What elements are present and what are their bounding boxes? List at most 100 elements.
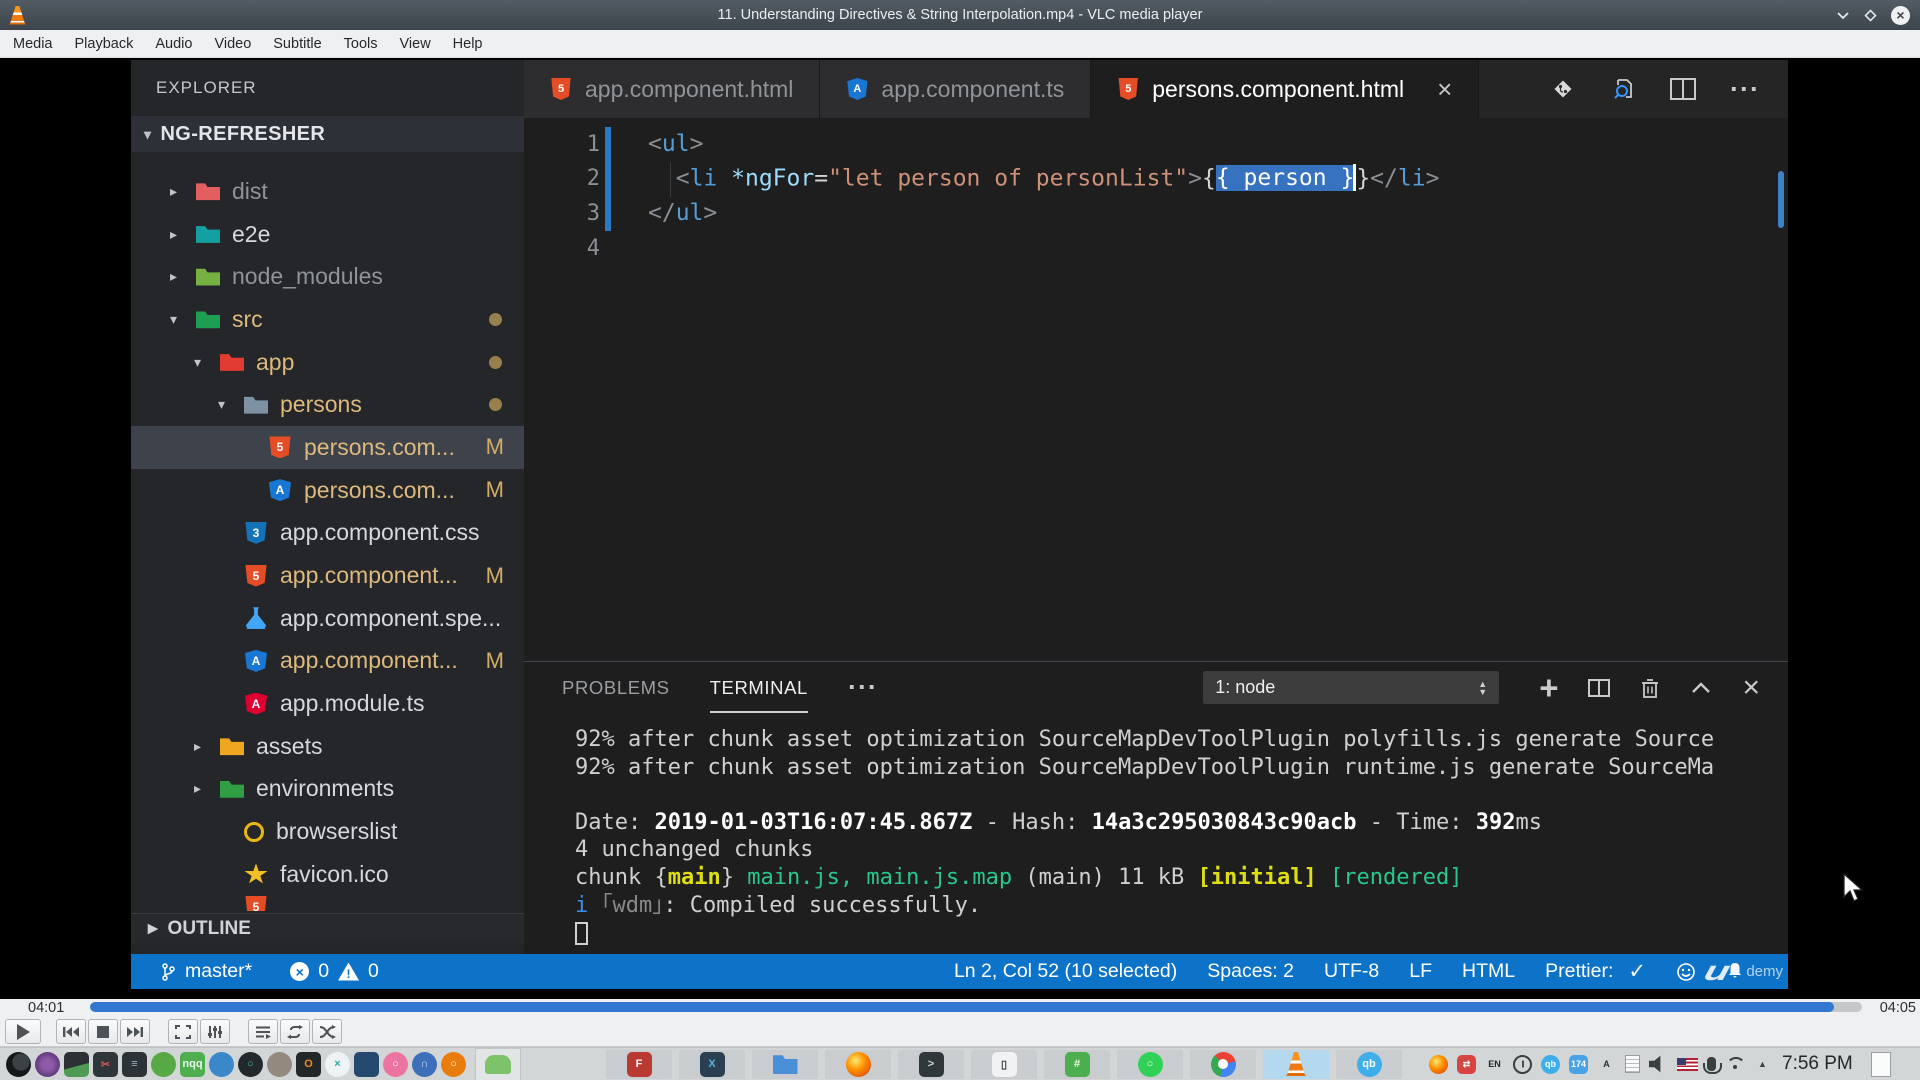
video-area[interactable]: EXPLORER ▾ NG-REFRESHER ▸dist▸e2e▸node_m… bbox=[0, 58, 1920, 999]
open-preview-icon[interactable] bbox=[1610, 76, 1636, 102]
window-button-qbittorrent[interactable]: qb bbox=[1336, 1050, 1402, 1079]
tree-item-favicon-ico[interactable]: favicon.ico bbox=[131, 853, 524, 896]
code-editor[interactable]: 1<ul>2 <li *ngFor="let person of personL… bbox=[524, 118, 1788, 661]
window-button-file-manager[interactable] bbox=[752, 1050, 818, 1079]
android-emulator[interactable] bbox=[485, 1055, 511, 1074]
firefox-tray[interactable] bbox=[1429, 1055, 1448, 1074]
red-office-app[interactable]: F bbox=[627, 1052, 652, 1077]
window-button-vlc[interactable] bbox=[1263, 1050, 1329, 1079]
maximize-icon[interactable] bbox=[1863, 8, 1878, 23]
outline-section-header[interactable]: ▸ OUTLINE bbox=[131, 913, 524, 943]
window-button-terminal-app[interactable]: > bbox=[898, 1050, 964, 1079]
new-terminal-icon[interactable]: + bbox=[1539, 678, 1558, 698]
split-terminal-icon[interactable] bbox=[1588, 679, 1610, 697]
whatsapp[interactable]: ○ bbox=[1138, 1052, 1163, 1077]
tree-item-html[interactable] bbox=[131, 896, 524, 911]
loop-button[interactable] bbox=[280, 1019, 310, 1044]
errors-indicator[interactable]: ×0 bbox=[290, 960, 329, 983]
window-button-firefox[interactable] bbox=[825, 1050, 891, 1079]
tree-item-environments[interactable]: ▸environments bbox=[131, 768, 524, 811]
headphones-app[interactable]: ∩ bbox=[412, 1052, 437, 1077]
tweaks-tool[interactable]: ≡ bbox=[122, 1052, 147, 1077]
overview-ruler-mark[interactable] bbox=[1778, 171, 1784, 228]
tree-item-assets[interactable]: ▸assets bbox=[131, 725, 524, 768]
clipboard[interactable] bbox=[1625, 1055, 1640, 1073]
shuffle-button[interactable] bbox=[312, 1019, 342, 1044]
playlist-button[interactable] bbox=[248, 1019, 278, 1044]
close-panel-icon[interactable]: × bbox=[1742, 671, 1760, 705]
terminal-output[interactable]: 92% after chunk asset optimization Sourc… bbox=[524, 713, 1788, 947]
screenshot-tool[interactable]: ✂ bbox=[93, 1052, 118, 1077]
green-animal-app[interactable] bbox=[151, 1052, 176, 1077]
bird-messenger[interactable] bbox=[209, 1052, 234, 1077]
tab-close-icon[interactable]: × bbox=[1437, 74, 1452, 105]
tree-item-node-modules[interactable]: ▸node_modules bbox=[131, 255, 524, 298]
x-chat-app[interactable]: × bbox=[325, 1052, 350, 1077]
seek-bar[interactable] bbox=[90, 1002, 1862, 1012]
code-line[interactable]: 2 <li *ngFor="let person of personList">… bbox=[524, 162, 1788, 197]
menu-media[interactable]: Media bbox=[2, 36, 64, 52]
tree-item-app-module-ts[interactable]: app.module.ts bbox=[131, 682, 524, 725]
tree-item-persons-com[interactable]: persons.com...M bbox=[131, 426, 524, 469]
spreadsheet-app[interactable]: # bbox=[1065, 1052, 1090, 1077]
us-flag[interactable] bbox=[1677, 1058, 1698, 1071]
pause-indicator[interactable]: || bbox=[1513, 1055, 1532, 1074]
tree-item-dist[interactable]: ▸dist bbox=[131, 170, 524, 213]
window-button-chrome[interactable] bbox=[1190, 1050, 1256, 1079]
sync-arrows[interactable]: ⇄ bbox=[1457, 1055, 1476, 1074]
pink-app[interactable]: ○ bbox=[383, 1052, 408, 1077]
git-branch-label[interactable]: master* bbox=[185, 960, 252, 983]
notepadqq[interactable]: nqq bbox=[180, 1052, 205, 1077]
eol-type[interactable]: LF bbox=[1409, 960, 1432, 983]
active-launcher-cell[interactable] bbox=[475, 1048, 521, 1080]
menu-subtitle[interactable]: Subtitle bbox=[262, 36, 332, 52]
tree-item-browserslist[interactable]: browserslist bbox=[131, 810, 524, 853]
panel-tab-problems[interactable]: PROBLEMS bbox=[562, 662, 670, 713]
file-manager[interactable] bbox=[773, 1052, 798, 1077]
window-button-spreadsheet-app[interactable]: # bbox=[1044, 1050, 1110, 1079]
kde-connect[interactable]: ▯ bbox=[992, 1052, 1017, 1077]
window-button-kde-connect[interactable]: ▯ bbox=[971, 1050, 1037, 1079]
more-actions-icon[interactable]: ··· bbox=[1730, 74, 1760, 105]
minimize-icon[interactable] bbox=[1836, 11, 1850, 20]
stop-button[interactable] bbox=[88, 1019, 118, 1044]
split-editor-icon[interactable] bbox=[1670, 78, 1696, 100]
tree-item-e2e[interactable]: ▸e2e bbox=[131, 213, 524, 256]
vlc[interactable] bbox=[1286, 1052, 1306, 1076]
pgadmin[interactable] bbox=[354, 1052, 379, 1077]
terminal-app[interactable]: > bbox=[919, 1052, 944, 1077]
cursor-position[interactable]: Ln 2, Col 52 (10 selected) bbox=[954, 960, 1177, 983]
fullscreen-button[interactable] bbox=[168, 1019, 198, 1044]
close-icon[interactable]: × bbox=[1891, 6, 1910, 25]
teal-ring-app[interactable]: ○ bbox=[238, 1052, 263, 1077]
tree-item-app[interactable]: ▾app bbox=[131, 341, 524, 384]
menu-help[interactable]: Help bbox=[442, 36, 494, 52]
show-desktop-button[interactable] bbox=[1871, 1052, 1891, 1077]
code-line[interactable]: 4 bbox=[524, 231, 1788, 266]
project-section-header[interactable]: ▾ NG-REFRESHER bbox=[131, 116, 524, 152]
microphone[interactable] bbox=[1707, 1057, 1716, 1071]
app-menu-opensuse[interactable] bbox=[6, 1052, 31, 1077]
terminal-select[interactable]: 1: node ▲▼ bbox=[1203, 671, 1499, 704]
maximize-panel-icon[interactable] bbox=[1690, 681, 1712, 695]
previous-button[interactable] bbox=[56, 1019, 86, 1044]
text-tool[interactable]: A bbox=[1597, 1055, 1616, 1074]
tree-item-persons[interactable]: ▾persons bbox=[131, 383, 524, 426]
tree-item-app-component-css[interactable]: app.component.css bbox=[131, 512, 524, 555]
tab-app-component-ts[interactable]: app.component.ts bbox=[820, 60, 1091, 118]
volume-tray[interactable] bbox=[1649, 1055, 1668, 1074]
language-mode[interactable]: HTML bbox=[1462, 960, 1515, 983]
tree-item-persons-com[interactable]: persons.com...M bbox=[131, 469, 524, 512]
window-button-whatsapp[interactable]: ○ bbox=[1117, 1050, 1183, 1079]
extended-settings-button[interactable] bbox=[200, 1019, 230, 1044]
blender[interactable]: ○ bbox=[441, 1052, 466, 1077]
tab-app-component-html[interactable]: app.component.html bbox=[524, 60, 820, 118]
formatter-status[interactable]: Prettier:✓ bbox=[1545, 959, 1646, 984]
warnings-indicator[interactable]: !0 bbox=[338, 960, 379, 983]
indentation[interactable]: Spaces: 2 bbox=[1207, 960, 1294, 983]
qbittorrent-tray[interactable]: qb bbox=[1541, 1055, 1560, 1074]
kill-terminal-icon[interactable] bbox=[1640, 676, 1660, 700]
tree-item-app-component[interactable]: app.component...M bbox=[131, 554, 524, 597]
download-badge[interactable]: 174 bbox=[1569, 1055, 1588, 1074]
git-compare-icon[interactable] bbox=[1550, 76, 1576, 102]
